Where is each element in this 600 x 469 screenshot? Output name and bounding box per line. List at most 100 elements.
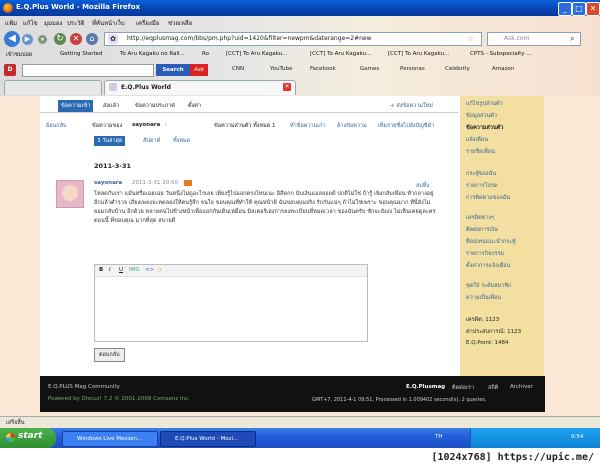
sidebar-item-subscriptions[interactable]: การติดตามของฉัน [466,194,510,202]
menu-file[interactable]: แฟ้ม [5,18,17,28]
footer-contact-link[interactable]: ติดต่อเรา [452,384,474,392]
bookmark-getting-started[interactable]: Getting Started [60,51,103,57]
sidebar-item-avatar[interactable]: แก้ไขรูปส่วนตัว [466,100,503,108]
bookmark-cpts[interactable]: CPTS - Subspecialty ... [470,51,532,57]
message-author[interactable]: sayonara [94,180,122,186]
menu-history[interactable]: ประวัติ [67,18,85,28]
subject-sender: sayonara [132,122,161,128]
footer-brand[interactable]: E.Q.Plusmag [406,384,445,390]
tab-settings[interactable]: ตั้งค่า [188,102,201,110]
firefox-logo-icon [3,3,13,13]
start-button[interactable]: start [0,428,56,448]
sidebar-item-credits[interactable]: เครดิตต่างๆ [466,214,494,222]
search-box[interactable]: Ask.com ⌕ [487,32,581,46]
tab-close-icon[interactable]: ✕ [283,83,291,91]
tab-inbox[interactable]: ข้อความเข้า [58,100,94,112]
sidebar-item-friendship[interactable]: ความเป็นเพื่อน [466,294,501,302]
delete-message-link[interactable]: ลบทิ้ง [416,182,429,190]
toolbar-games[interactable]: Games [360,66,379,72]
dropdown-icon[interactable]: ▾ [38,35,47,44]
toolbar-youtube[interactable]: YouTube [270,66,292,72]
sidebar-item-activities[interactable]: รายการกิจกรรม [466,250,504,258]
filter-all[interactable]: ทั้งหมด [173,137,190,145]
stat-credits: เครดิต: 1123 [466,317,500,323]
minimize-button[interactable]: _ [558,2,572,16]
toolbar-cnn[interactable]: CNN [232,66,244,72]
tab-announcements[interactable]: ข้อความประกาศ [135,102,175,110]
maximize-button[interactable]: □ [572,2,586,16]
underline-button[interactable]: U [119,267,123,273]
code-button[interactable]: <> [145,267,154,273]
tab-label: E.Q.Plus World [121,84,171,91]
close-button[interactable]: ✕ [586,2,600,16]
pm-main: ข้อความเข้า ส่งแล้ว ข้อความประกาศ ตั้งค่… [40,96,460,388]
menu-edit[interactable]: แก้ไข [23,18,38,28]
toolbar-search-button[interactable]: Search [156,64,190,76]
reply-button[interactable]: ตอบกลับ [94,348,125,362]
add-to-blacklist-link[interactable]: เพิ่มรายชื่อไปยังบัญชีดำ [378,122,434,130]
tab-previous[interactable] [4,80,102,95]
smiley-button[interactable]: :) [157,267,161,273]
mark-old-link[interactable]: ทำข้อความเก่า [290,122,326,130]
menu-help[interactable]: ช่วยเหลือ [168,18,192,28]
sidebar-item-pm[interactable]: ข้อความส่วนตัว [466,124,503,132]
language-indicator[interactable]: TH [435,434,443,440]
reload-icon[interactable]: ↻ [54,33,66,45]
menu-bookmarks[interactable]: ที่คั่นหน้าเว็บ [92,18,125,28]
sidebar-item-profile[interactable]: ข้อมูลส่วนตัว [466,112,497,120]
bold-button[interactable]: B [99,267,103,273]
sidebar-item-threads[interactable]: กระทู้ของฉัน [466,170,496,178]
sidebar-item-finance[interactable]: ติดต่อการเงิน [466,226,498,234]
footer-archiver-link[interactable]: Archiver [510,384,533,390]
filter-week[interactable]: สัปดาห์ [143,137,160,145]
tab-current[interactable]: E.Q.Plus World ✕ [104,80,296,95]
sidebar-item-member-level[interactable]: ชุดใบ้ ระดับสมาชิก [466,282,511,290]
user-sidebar: แก้ไขรูปส่วนตัว ข้อมูลส่วนตัว ข้อความส่ว… [460,96,544,388]
menu-view[interactable]: มุมมอง [44,18,62,28]
toolbar-search-input[interactable] [22,64,154,77]
bookmark-most-visited[interactable]: เข้าชมบ่อย [6,51,32,59]
back-link[interactable]: ย้อนกลับ [46,122,66,130]
sidebar-item-notify[interactable]: แจ้งเตือน [466,136,488,144]
taskbar-firefox[interactable]: E.Q.Plus World - Mozi... [160,431,256,447]
toolbar-facebook[interactable]: Facebook [310,66,336,72]
forward-arrow-icon[interactable]: ▶ [22,34,33,45]
clock: 9:54 [571,434,584,440]
stop-icon[interactable]: ✕ [70,33,82,45]
sidebar-item-friends[interactable]: รายชื่อเพื่อน [466,148,495,156]
toolbar-amazon[interactable]: Amazon [492,66,514,72]
footer-powered-by: Powered by Discuz! 7.2 © 2001-2009 Comse… [48,396,190,402]
search-icon[interactable]: ⌕ [570,34,574,44]
bookmark-star-icon[interactable]: ☆ [467,34,474,43]
home-icon[interactable]: ⌂ [86,33,98,45]
url-text: http://eqplusmag.com/bbs/pm.php?uid=1420… [127,35,372,42]
filter-recent[interactable]: 3 วันล่าสุด [94,136,126,146]
sidebar-item-favorites[interactable]: รายการโปรด [466,182,498,190]
sidebar-item-topten[interactable]: ท็อปเทนแนะนำกระทู้ [466,238,516,246]
bookmark-cct-1[interactable]: [CCT] To Aru Kagaku... [226,51,287,57]
image-button[interactable]: IMG [129,267,140,273]
window-title: E.Q.Plus World - Mozilla Firefox [16,3,141,11]
avatar-face [62,185,78,201]
menu-tools[interactable]: เครื่องมือ [136,18,159,28]
clear-messages-link[interactable]: ล้างข้อความ [337,122,367,130]
bookmark-railgun[interactable]: To Aru Kagaku no Rail... [120,51,185,57]
sidebar-item-notify-settings[interactable]: ตั้งค่าการแจ้งเตือน [466,262,510,270]
bookmark-ro[interactable]: Ro [202,51,209,57]
url-bar[interactable]: ✿ http://eqplusmag.com/bbs/pm.php?uid=14… [104,32,482,46]
stat-eq-point: E.Q.Point: 1484 [466,340,509,346]
back-arrow-icon[interactable]: ◀ [4,31,20,47]
italic-button[interactable]: I [109,267,111,273]
tab-sent[interactable]: ส่งแล้ว [103,102,119,110]
send-new-pm-link[interactable]: + ส่งข้อความใหม่ [390,102,433,110]
footer-stats-link[interactable]: สถิติ [488,384,498,392]
toolbar-personas[interactable]: Personas [400,66,425,72]
taskbar-messenger[interactable]: Windows Live Messen... [62,431,158,447]
reply-editor[interactable]: B I U IMG <> :) [94,264,368,342]
toolbar-celebrity[interactable]: Celebrity [445,66,470,72]
bookmark-cct-2[interactable]: [CCT] To Aru Kagaku... [310,51,371,57]
message-date: 2011-3-31 [94,162,132,170]
editor-toolbar: B I U IMG <> :) [95,265,367,277]
footer-processed: GMT+7, 2011-4-1 09:51, Processed in 1.00… [312,397,487,403]
bookmark-cct-3[interactable]: [CCT] To Aru Kagaku... [388,51,449,57]
